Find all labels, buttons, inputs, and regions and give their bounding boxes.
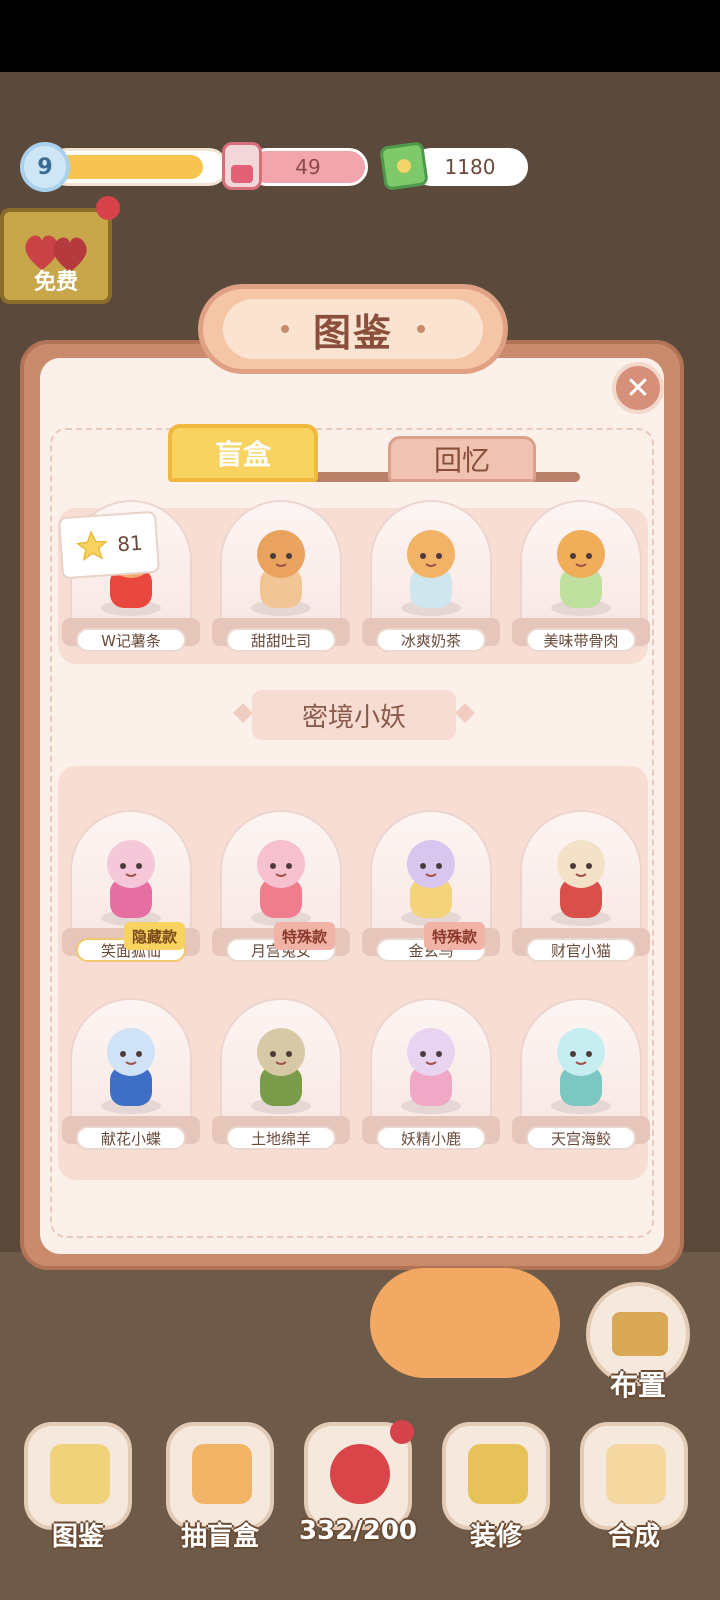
- figure-icon: [251, 530, 311, 616]
- close-icon[interactable]: ✕: [612, 362, 664, 414]
- special-edition-badge: 特殊款: [274, 922, 336, 950]
- figure-icon: [101, 840, 161, 926]
- item-name: 美味带骨肉: [526, 628, 636, 652]
- clipboard-icon: [606, 1444, 666, 1504]
- collection-card[interactable]: 天宫海鲛: [512, 998, 650, 1162]
- collection-card[interactable]: 妖精小鹿: [362, 998, 500, 1162]
- item-name: 冰爽奶茶: [376, 628, 486, 652]
- cash-display: 1180: [379, 141, 532, 191]
- star-icon: [76, 530, 108, 562]
- tab-memories[interactable]: 回忆: [388, 436, 536, 482]
- bottom-button-paint-roller[interactable]: [442, 1422, 550, 1530]
- bottom-label: 332/200: [298, 1516, 418, 1546]
- figure-icon: [551, 1028, 611, 1114]
- tab-blind-box[interactable]: 盲盒: [168, 424, 318, 482]
- cash-icon: [379, 141, 429, 191]
- hearts-display: 49: [222, 142, 372, 190]
- item-name: 财官小猫: [526, 938, 636, 962]
- arrange-label: 布置: [609, 1369, 666, 1402]
- level-display: 9: [20, 142, 228, 192]
- section-title: 密境小妖: [252, 690, 456, 740]
- bottom-label: 合成: [607, 1522, 660, 1552]
- status-bar: [0, 0, 720, 72]
- figure-icon: [401, 530, 461, 616]
- collection-card[interactable]: 美味带骨肉: [512, 500, 650, 664]
- panel-title: 图鉴: [312, 310, 393, 355]
- item-name: 甜甜吐司: [226, 628, 336, 652]
- item-name: 土地绵羊: [226, 1126, 336, 1150]
- furniture-icon: [612, 1312, 668, 1356]
- notification-dot: [96, 196, 120, 220]
- bottom-button-clipboard[interactable]: [580, 1422, 688, 1530]
- figure-icon: [551, 840, 611, 926]
- level-badge: 9: [20, 142, 70, 192]
- item-name: 天宫海鲛: [526, 1126, 636, 1150]
- title-dot-right: [417, 325, 425, 333]
- bottom-label: 图鉴: [51, 1522, 104, 1552]
- book-icon: [50, 1444, 110, 1504]
- bottom-button-vending-machine[interactable]: [166, 1422, 274, 1530]
- heart-bottle-icon: [222, 142, 262, 190]
- hearts-count: 49: [248, 148, 368, 186]
- panel-title-plate: 图鉴: [198, 284, 508, 374]
- bottom-button-book[interactable]: [24, 1422, 132, 1530]
- collection-card[interactable]: 冰爽奶茶: [362, 500, 500, 664]
- figure-icon: [251, 840, 311, 926]
- star-count: 81: [116, 530, 144, 557]
- bottom-label: 抽盲盒: [180, 1522, 259, 1552]
- collection-card[interactable]: 土地绵羊: [212, 998, 350, 1162]
- figure-icon: [401, 840, 461, 926]
- collection-card[interactable]: 月宫兔女 特殊款: [212, 810, 350, 974]
- free-hearts-button[interactable]: 免费: [0, 208, 112, 304]
- collection-card[interactable]: 财官小猫: [512, 810, 650, 974]
- bottom-label: 装修: [469, 1522, 522, 1552]
- paint-roller-icon: [468, 1444, 528, 1504]
- heart-notification-dot: [390, 1420, 414, 1444]
- collection-card[interactable]: 笑面狐仙 隐藏款: [62, 810, 200, 974]
- free-label: 免费: [33, 270, 78, 295]
- collection-card[interactable]: 献花小蝶: [62, 998, 200, 1162]
- cat-character: [370, 1268, 560, 1378]
- figure-icon: [101, 1028, 161, 1114]
- hidden-edition-badge: 隐藏款: [124, 922, 186, 950]
- item-name: 献花小蝶: [76, 1126, 186, 1150]
- item-name: 妖精小鹿: [376, 1126, 486, 1150]
- item-name: W记薯条: [76, 628, 186, 652]
- figure-icon: [551, 530, 611, 616]
- special-edition-badge: 特殊款: [424, 922, 486, 950]
- figure-icon: [401, 1028, 461, 1114]
- collection-card[interactable]: 甜甜吐司: [212, 500, 350, 664]
- level-progress-fill: [55, 155, 203, 179]
- collection-card[interactable]: 金玄鸟 特殊款: [362, 810, 500, 974]
- vending-machine-icon: [192, 1444, 252, 1504]
- title-dot-left: [280, 325, 289, 333]
- heart-icon: [330, 1444, 390, 1504]
- star-count-badge: 81: [57, 510, 161, 580]
- level-progress-bar: [48, 148, 228, 186]
- figure-icon: [251, 1028, 311, 1114]
- cash-count: 1180: [412, 148, 528, 186]
